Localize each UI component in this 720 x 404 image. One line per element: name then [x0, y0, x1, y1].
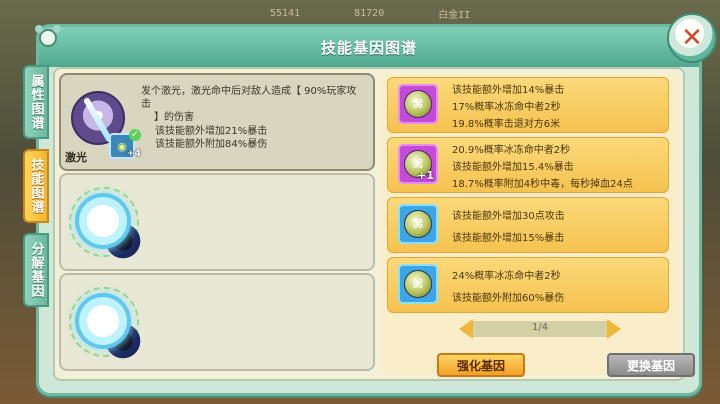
- gene-effect-line: 19.8%概率击退对方6米: [452, 119, 561, 130]
- replace-gene-button[interactable]: 更换基因: [607, 353, 695, 377]
- tab-attribute-atlas[interactable]: 属性图谱: [23, 65, 49, 139]
- content-area: ◉ ✓ +4 激光 发个激光，激光命中后对敌人造成【 90%玩家攻击 】的伤害 …: [53, 67, 695, 381]
- gene-row[interactable]: ⌘ 24%概率冰冻命中者2秒 该技能额外附加60%暴伤: [387, 257, 669, 313]
- skill-gene-window: 技能基因图谱 ✕ 属性图谱 技能图谱 分解基因 ◉ ✓ +4 激光 发个激光，激…: [23, 13, 717, 396]
- gene-effect-line: 该技能额外增加15.4%暴击: [452, 162, 574, 173]
- gene-effects: 20.9%概率冰冻命中者2秒 该技能额外增加15.4%暴击 18.7%概率附加4…: [452, 142, 633, 193]
- skill-effects: 该技能额外增加21%暴击 该技能额外附加84%暴伤: [155, 125, 267, 151]
- tab-label: 分解基因: [28, 242, 44, 298]
- tab-decompose-gene[interactable]: 分解基因: [23, 233, 49, 307]
- gene-effect-line: 24%概率冰冻命中者2秒: [452, 271, 561, 282]
- gene-row[interactable]: ⌘ 该技能额外增加30点攻击 该技能额外增加15%暴击: [387, 197, 669, 253]
- gene-level-badge: +4: [127, 149, 141, 159]
- gene-effects: 该技能额外增加14%暴击 17%概率冰冻命中者2秒 19.8%概率击退对方6米: [452, 82, 564, 133]
- gene-effect-line: 该技能额外附加60%暴伤: [452, 293, 565, 304]
- gene-icon: ⌘: [398, 204, 438, 244]
- gene-icon: ⌘: [398, 264, 438, 304]
- resource-value-3: 白金II: [438, 9, 471, 21]
- gene-icon: ⌘ +1: [398, 144, 438, 184]
- skill-card-empty[interactable]: [59, 273, 375, 371]
- gene-orb-icon: ⌘: [405, 211, 431, 237]
- gene-row[interactable]: ⌘ +1 20.9%概率冰冻命中者2秒 该技能额外增加15.4%暴击 18.7%概…: [387, 137, 669, 193]
- gene-orb-icon: ⌘: [405, 91, 431, 117]
- skill-list: ◉ ✓ +4 激光 发个激光，激光命中后对敌人造成【 90%玩家攻击 】的伤害 …: [59, 73, 375, 375]
- close-button[interactable]: ✕: [667, 13, 717, 63]
- resource-value-1: 55141: [270, 7, 301, 19]
- skill-card-laser[interactable]: ◉ ✓ +4 激光 发个激光，激光命中后对敌人造成【 90%玩家攻击 】的伤害 …: [59, 73, 375, 171]
- tab-skill-atlas[interactable]: 技能图谱: [23, 149, 49, 223]
- gene-plus-badge: +1: [417, 169, 434, 182]
- gene-row[interactable]: ⌘ 该技能额外增加14%暴击 17%概率冰冻命中者2秒 19.8%概率击退对方6…: [387, 77, 669, 133]
- gene-effects: 该技能额外增加30点攻击 该技能额外增加15%暴击: [452, 206, 565, 250]
- gene-effect-line: 该技能额外增加14%暴击: [452, 85, 565, 96]
- gene-effects: 24%概率冰冻命中者2秒 该技能额外附加60%暴伤: [452, 266, 564, 310]
- window-title: 技能基因图谱: [320, 38, 417, 57]
- window-title-bar: 技能基因图谱: [39, 27, 699, 67]
- glow-orb-icon: [75, 193, 131, 249]
- skill-description: 发个激光，激光命中后对敌人造成【 90%玩家攻击 】的伤害: [141, 85, 365, 124]
- gene-list: ⌘ 该技能额外增加14%暴击 17%概率冰冻命中者2秒 19.8%概率击退对方6…: [381, 73, 695, 377]
- top-resource-bar: 55141 81720 白金II: [230, 0, 580, 26]
- gene-effect-line: 18.7%概率附加4秒中毒，每秒掉血24点: [452, 179, 633, 190]
- tab-label: 技能图谱: [28, 158, 44, 214]
- enhance-gene-button[interactable]: 强化基因: [437, 353, 525, 377]
- empty-skill-slot: [69, 287, 145, 363]
- skill-card-empty[interactable]: [59, 173, 375, 271]
- gene-effect-line: 该技能额外增加30点攻击: [452, 211, 565, 222]
- gene-effect-line: 17%概率冰冻命中者2秒: [452, 102, 561, 113]
- tab-label: 属性图谱: [28, 74, 44, 130]
- effect-line: 该技能额外增加21%暴击: [155, 126, 268, 137]
- skill-name: 激光: [65, 151, 87, 164]
- gene-effect-line: 20.9%概率冰冻命中者2秒: [452, 145, 571, 156]
- effect-line: 该技能额外附加84%暴伤: [155, 139, 268, 150]
- check-icon: ✓: [129, 129, 141, 141]
- next-page-arrow-icon[interactable]: [607, 319, 621, 339]
- empty-skill-slot: [69, 187, 145, 263]
- resource-value-2: 81720: [354, 7, 385, 19]
- gene-pager: 1/4: [459, 319, 621, 339]
- glow-orb-icon: [75, 293, 131, 349]
- corner-ornament-icon: [35, 25, 61, 47]
- side-tabs: 属性图谱 技能图谱 分解基因: [23, 65, 49, 317]
- page-indicator: 1/4: [531, 322, 549, 333]
- gene-effect-line: 该技能额外增加15%暴击: [452, 233, 565, 244]
- description-line: 发个激光，激光命中后对敌人造成【 90%玩家攻击: [141, 86, 357, 110]
- gene-icon: ⌘: [398, 84, 438, 124]
- close-icon: ✕: [681, 23, 703, 53]
- description-line: 】的伤害: [154, 112, 194, 123]
- gene-orb-icon: ⌘: [405, 271, 431, 297]
